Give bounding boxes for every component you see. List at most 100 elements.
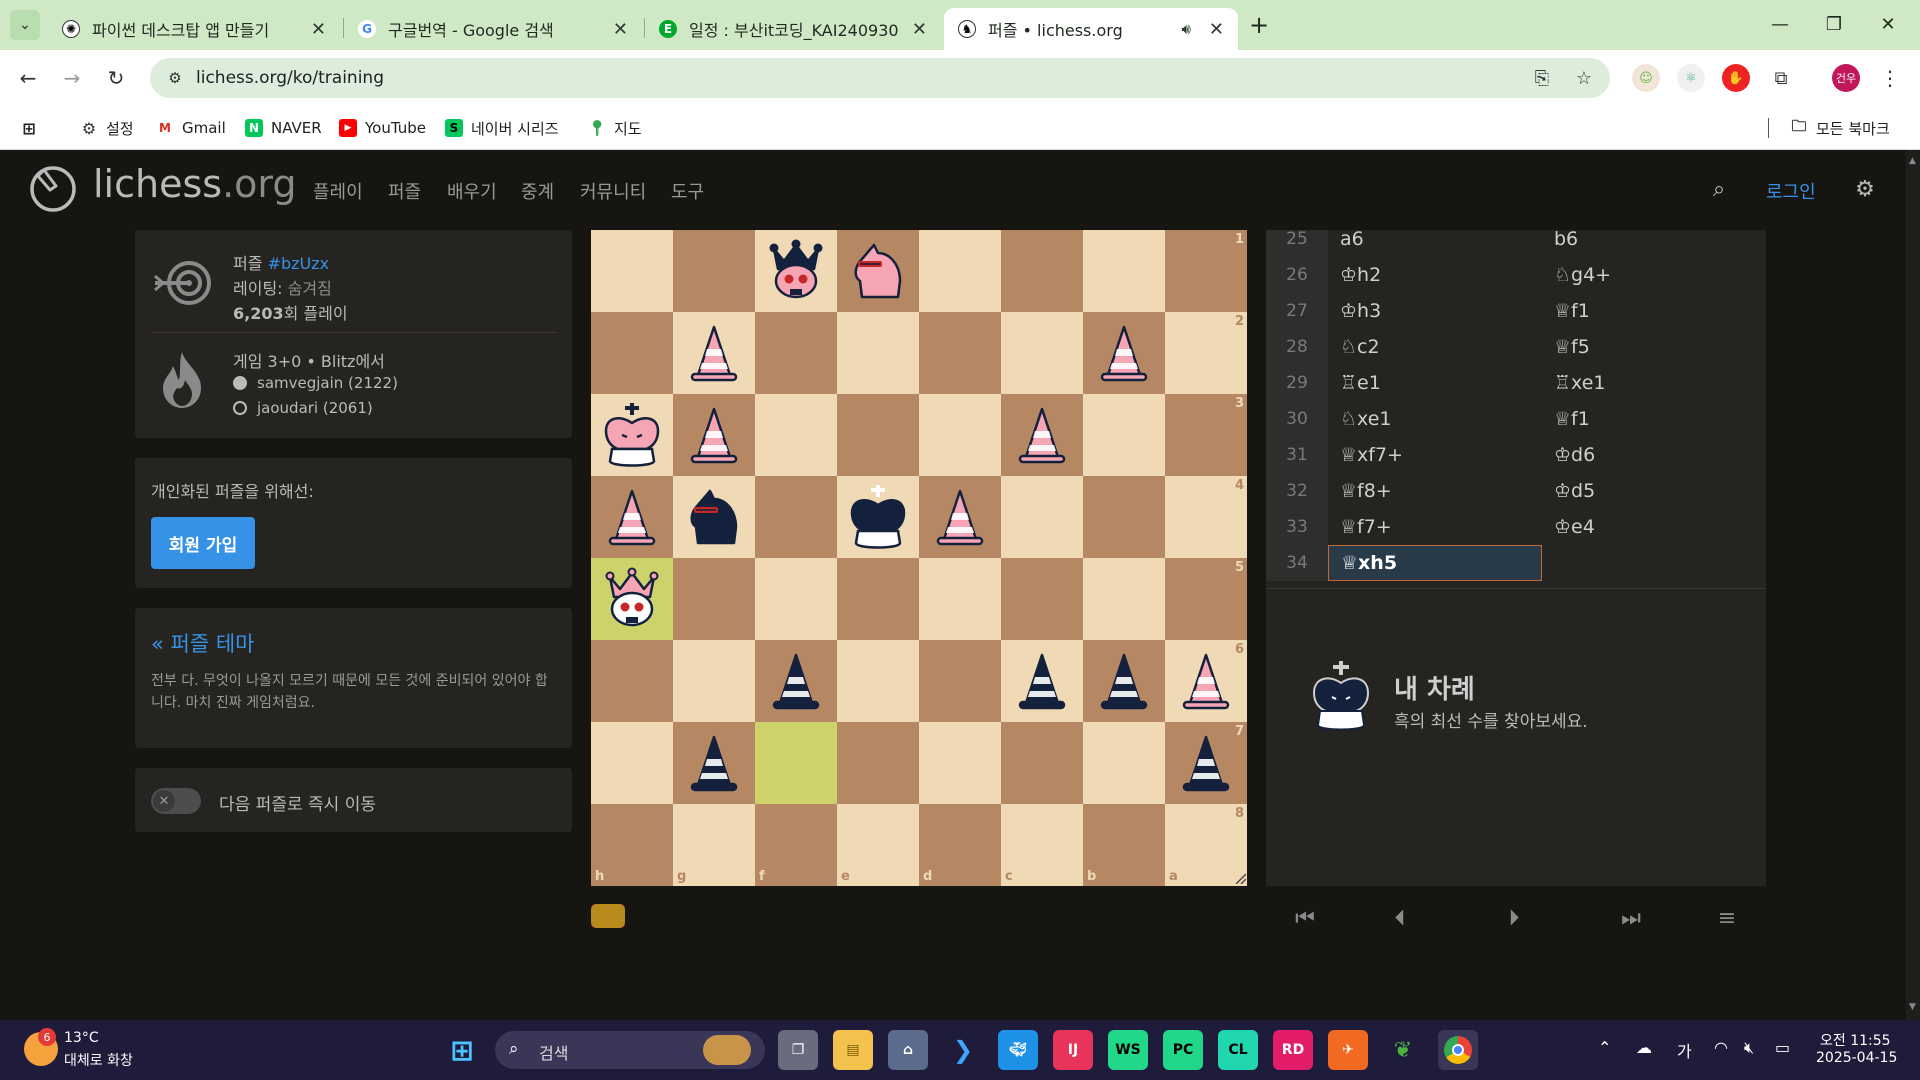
docker-icon[interactable]: 🐳︎ <box>998 1030 1038 1070</box>
board-resize-handle[interactable] <box>1236 874 1246 884</box>
clock-time[interactable]: 오전 11:55 <box>1820 1030 1891 1050</box>
square-a3[interactable]: 3 <box>1165 394 1247 476</box>
rider-icon[interactable]: RD <box>1273 1030 1313 1070</box>
move-black[interactable]: ♕f1 <box>1542 401 1756 437</box>
white-king-icon[interactable] <box>598 401 666 469</box>
close-icon[interactable]: ✕ <box>311 19 326 40</box>
bookmark-naver-series[interactable]: S 네이버 시리즈 <box>445 116 559 140</box>
square-b4[interactable] <box>1083 476 1165 558</box>
square-b6[interactable] <box>1083 640 1165 722</box>
weather-desc[interactable]: 대체로 화창 <box>64 1050 133 1070</box>
tab-search-button[interactable]: ⌄ <box>10 10 40 40</box>
menu-broadcast[interactable]: 중계 <box>521 178 554 204</box>
square-d4[interactable] <box>919 476 1001 558</box>
apps-grid-icon[interactable]: ⊞ <box>20 116 46 140</box>
move-white[interactable]: ♕f7+ <box>1328 509 1542 545</box>
tab-python-app[interactable]: ✺ 파이썬 데스크탑 앱 만들기 ✕ <box>48 8 340 50</box>
player-black[interactable]: jaoudari (2061) <box>233 399 373 417</box>
square-b7[interactable] <box>1083 722 1165 804</box>
move-white[interactable]: ♔h3 <box>1328 293 1542 329</box>
weather-temp[interactable]: 13°C <box>64 1030 99 1046</box>
address-bar[interactable]: ⚙ lichess.org/ko/training ⎘ ☆ <box>150 58 1610 98</box>
square-e5[interactable] <box>837 558 919 640</box>
white-knight-icon[interactable] <box>844 237 912 305</box>
square-d8[interactable]: d <box>919 804 1001 886</box>
move-white[interactable]: ♕xh5 <box>1328 545 1542 581</box>
white-queen-icon[interactable] <box>598 565 666 633</box>
square-e6[interactable] <box>837 640 919 722</box>
white-pawn-icon[interactable] <box>680 401 748 469</box>
react-devtools-icon[interactable]: ⚛ <box>1677 64 1705 92</box>
menu-learn[interactable]: 배우기 <box>447 178 497 204</box>
move-black[interactable]: ♖xe1 <box>1542 365 1756 401</box>
square-h3[interactable] <box>591 394 673 476</box>
square-a7[interactable]: 7 <box>1165 722 1247 804</box>
square-g3[interactable] <box>673 394 755 476</box>
next-move-button[interactable]: ⏵ <box>1494 898 1534 938</box>
square-d5[interactable] <box>919 558 1001 640</box>
signup-button[interactable]: 회원 가입 <box>151 517 255 569</box>
file-explorer-icon[interactable]: ▤ <box>833 1030 873 1070</box>
auto-next-toggle[interactable]: ✕ <box>151 788 201 814</box>
windows-start-icon[interactable]: ⊞ <box>442 1030 482 1070</box>
gear-icon[interactable]: ⚙ <box>1852 176 1878 202</box>
profile-avatar[interactable]: 건우 <box>1832 64 1860 92</box>
square-h8[interactable]: h <box>591 804 673 886</box>
bookmark-youtube[interactable]: ▶ YouTube <box>339 116 426 140</box>
move-black[interactable]: b6 <box>1542 230 1756 257</box>
square-a4[interactable]: 4 <box>1165 476 1247 558</box>
lichess-logo-icon[interactable] <box>28 162 78 212</box>
square-d6[interactable] <box>919 640 1001 722</box>
move-black[interactable]: ♕f5 <box>1542 329 1756 365</box>
square-a6[interactable]: 6 <box>1165 640 1247 722</box>
chess-board[interactable]: 1234567hgfedcb8a <box>591 230 1247 886</box>
square-f3[interactable] <box>755 394 837 476</box>
square-c6[interactable] <box>1001 640 1083 722</box>
first-move-button[interactable]: ⏮ <box>1285 898 1325 938</box>
tab-schedule[interactable]: E 일정 : 부산it코딩_KAI240930 | ✕ <box>645 8 941 50</box>
tab-lichess-puzzle[interactable]: ♞ 퍼즐 • lichess.org 🔊︎ ✕ <box>944 8 1238 50</box>
extension-avatar-icon[interactable]: ☺ <box>1632 64 1660 92</box>
restore-button[interactable]: ❐ <box>1804 8 1864 40</box>
square-c8[interactable]: c <box>1001 804 1083 886</box>
speaker-muted-icon[interactable]: 🔇︎ <box>1744 1038 1754 1058</box>
tab-google-translate[interactable]: G 구글번역 - Google 검색 ✕ <box>344 8 642 50</box>
square-d3[interactable] <box>919 394 1001 476</box>
adblock-icon[interactable]: ✋ <box>1722 64 1750 92</box>
page-scrollbar[interactable]: ▲ ▼ <box>1906 150 1920 1020</box>
move-white[interactable]: ♔h2 <box>1328 257 1542 293</box>
square-h1[interactable] <box>591 230 673 312</box>
mongodb-icon[interactable]: ❦ <box>1383 1030 1423 1070</box>
player-white[interactable]: samvegjain (2122) <box>233 374 398 392</box>
intellij-icon[interactable]: IJ <box>1053 1030 1093 1070</box>
login-link[interactable]: 로그인 <box>1766 178 1816 204</box>
square-a8[interactable]: 8a <box>1165 804 1247 886</box>
square-e3[interactable] <box>837 394 919 476</box>
square-e7[interactable] <box>837 722 919 804</box>
square-g8[interactable]: g <box>673 804 755 886</box>
reload-button[interactable]: ↻ <box>100 62 132 94</box>
white-pawn-icon[interactable] <box>926 483 994 551</box>
move-white[interactable]: ♘xe1 <box>1328 401 1542 437</box>
black-pawn-icon[interactable] <box>1172 729 1240 797</box>
black-pawn-icon[interactable] <box>1090 647 1158 715</box>
square-h6[interactable] <box>591 640 673 722</box>
square-e1[interactable] <box>837 230 919 312</box>
bookmark-settings[interactable]: ⚙ 설정 <box>80 116 134 140</box>
webstorm-icon[interactable]: WS <box>1108 1030 1148 1070</box>
square-c7[interactable] <box>1001 722 1083 804</box>
site-info-icon[interactable]: ⚙ <box>164 67 186 89</box>
white-pawn-icon[interactable] <box>680 319 748 387</box>
square-c3[interactable] <box>1001 394 1083 476</box>
ime-indicator[interactable]: 가 <box>1677 1038 1692 1062</box>
square-g5[interactable] <box>673 558 755 640</box>
all-bookmarks-folder[interactable]: 🗀 모든 북마크 <box>1790 116 1889 140</box>
white-pawn-icon[interactable] <box>1090 319 1158 387</box>
square-f8[interactable]: f <box>755 804 837 886</box>
square-d1[interactable] <box>919 230 1001 312</box>
clock-date[interactable]: 2025-04-15 <box>1816 1050 1897 1066</box>
square-b5[interactable] <box>1083 558 1165 640</box>
square-a5[interactable]: 5 <box>1165 558 1247 640</box>
puzzle-id-link[interactable]: #bzUzx <box>268 254 330 273</box>
chrome-icon[interactable] <box>1438 1030 1478 1070</box>
